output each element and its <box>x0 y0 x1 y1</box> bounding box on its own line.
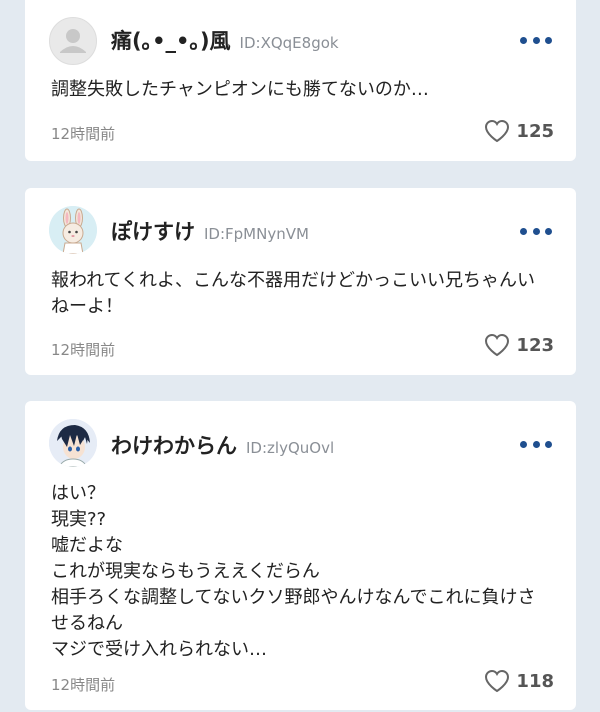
user-id: ID:XQqE8gok <box>239 34 339 52</box>
comment-line: 報われてくれよ、こんな不器用だけどかっこいい兄ちゃんい <box>51 270 536 291</box>
comment-header: わけわからん ID:zlyQuOvl <box>111 430 334 460</box>
dot-icon <box>520 440 527 448</box>
comment-line: 調整失敗したチャンピオンにも勝てないのか… <box>51 79 429 100</box>
comment-header: ぽけすけ ID:FpMNynVM <box>111 216 309 246</box>
more-options-button[interactable] <box>520 225 552 237</box>
comment-text: 調整失敗したチャンピオンにも勝てないのか… <box>51 77 554 103</box>
comment-line: マジで受け入れられない… <box>51 639 267 660</box>
default-user-icon[interactable] <box>49 17 97 65</box>
bunny-avatar[interactable] <box>49 206 97 254</box>
like-count: 125 <box>516 120 554 142</box>
comment-line: これが現実ならもうええくだらん <box>51 561 320 582</box>
more-options-button[interactable] <box>520 34 552 46</box>
like-button[interactable]: 123 <box>484 333 554 357</box>
more-options-button[interactable] <box>520 438 552 450</box>
username[interactable]: ぽけすけ <box>111 216 195 246</box>
comment-card: わけわからん ID:zlyQuOvl はい？ 現実?? 嘘だよな これが現実なら… <box>25 401 576 710</box>
comment-card: 痛(｡•_•｡)風 ID:XQqE8gok 調整失敗したチャンピオンにも勝てない… <box>25 0 576 161</box>
username[interactable]: わけわからん <box>111 430 237 460</box>
timestamp: 12時間前 <box>51 676 116 694</box>
like-count: 118 <box>516 670 554 692</box>
timestamp: 12時間前 <box>51 125 116 143</box>
comment-line: はい？ <box>51 483 105 504</box>
heart-icon <box>485 333 510 357</box>
dot-icon <box>520 36 527 44</box>
comment-line: せるねん <box>51 613 123 634</box>
user-id: ID:zlyQuOvl <box>246 439 335 457</box>
comment-text: はい？ 現実?? 嘘だよな これが現実ならもうええくだらん 相手ろくな調整してな… <box>51 481 554 663</box>
dot-icon <box>545 36 552 44</box>
comment-header: 痛(｡•_•｡)風 ID:XQqE8gok <box>111 25 339 55</box>
timestamp: 12時間前 <box>51 341 116 359</box>
dot-icon <box>532 36 540 44</box>
heart-icon <box>485 669 510 693</box>
like-button[interactable]: 125 <box>484 119 554 143</box>
user-id: ID:FpMNynVM <box>204 225 309 243</box>
dot-icon <box>545 440 552 448</box>
heart-icon <box>485 119 510 143</box>
comment-line: ねーよ！ <box>51 296 123 317</box>
anime-character-avatar[interactable] <box>49 419 97 467</box>
username[interactable]: 痛(｡•_•｡)風 <box>111 25 231 55</box>
comment-line: 相手ろくな調整してないクソ野郎やんけなんでこれに負けさ <box>51 587 536 608</box>
comment-line: 嘘だよな <box>51 535 123 556</box>
dot-icon <box>545 227 552 235</box>
dot-icon <box>520 227 527 235</box>
dot-icon <box>532 227 540 235</box>
like-count: 123 <box>516 334 554 356</box>
comment-text: 報われてくれよ、こんな不器用だけどかっこいい兄ちゃんい ねーよ！ <box>51 268 554 320</box>
comment-card: ぽけすけ ID:FpMNynVM 報われてくれよ、こんな不器用だけどかっこいい兄… <box>25 188 576 375</box>
dot-icon <box>532 440 540 448</box>
like-button[interactable]: 118 <box>484 669 554 693</box>
comment-line: 現実?? <box>51 509 107 530</box>
